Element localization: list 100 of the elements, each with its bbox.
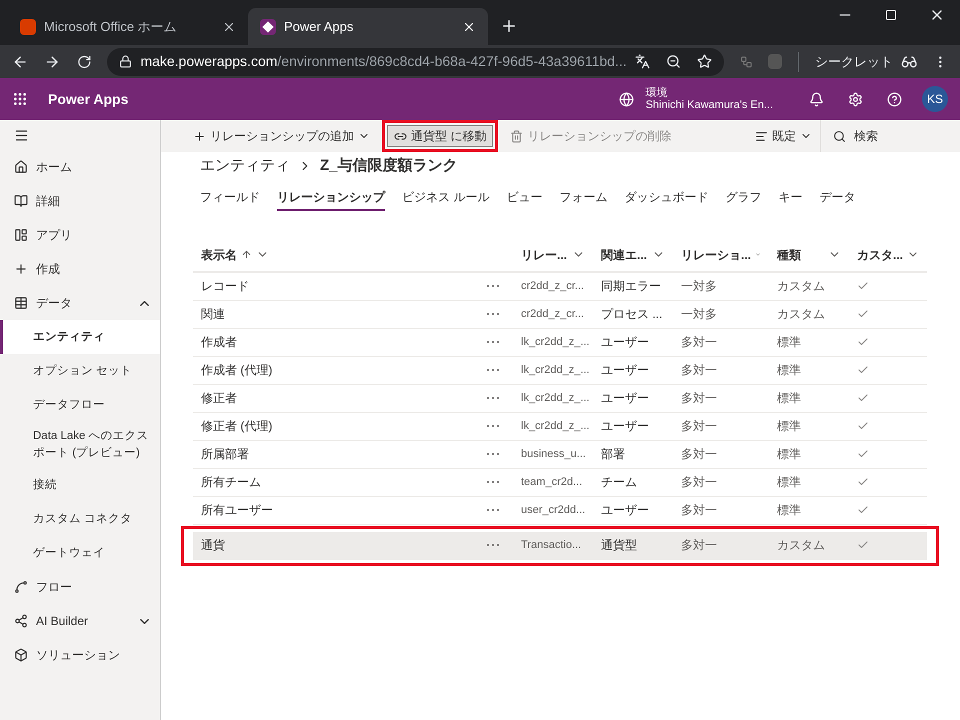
app-launcher-icon[interactable]	[12, 91, 28, 107]
zoom-out-icon[interactable]	[666, 54, 681, 69]
table-row[interactable]: 通貨 Transactio... 通貨型 多対一 カスタム	[193, 532, 927, 560]
tab[interactable]: ビジネス ルール	[402, 188, 490, 210]
nav-item[interactable]: 詳細	[0, 184, 160, 218]
breadcrumb-item[interactable]: エンティティ	[200, 155, 290, 178]
table-cell-text: lk_cr2dd_z_...	[520, 418, 590, 434]
column-header[interactable]: 種類	[769, 246, 849, 264]
environment-name[interactable]: Shinichi Kawamura's En...	[646, 99, 773, 111]
nav-item[interactable]: フロー	[0, 570, 160, 604]
nav-subitem[interactable]: エンティティ	[0, 320, 160, 354]
address-field[interactable]: make.powerapps.com/environments/869c8cd4-b68a-427f-96d5-43a39611bd...	[107, 48, 724, 76]
settings-icon[interactable]	[848, 92, 863, 106]
breadcrumb-item: Z_与信限度額ランク	[320, 156, 458, 176]
table-cell-text: 標準	[776, 390, 802, 407]
table-cell-text: 一対多	[680, 278, 718, 295]
avatar[interactable]: KS	[922, 86, 948, 112]
table-cell-text: 所有チーム	[200, 474, 262, 491]
table-cell-text: レコード	[200, 278, 250, 295]
table-row[interactable]: 関連 cr2dd_z_cr... プロセス ... 一対多 カスタム	[193, 300, 927, 328]
table-cell-text: 多対一	[680, 334, 718, 351]
help-icon[interactable]	[887, 92, 902, 106]
table-row[interactable]: 所有チーム team_cr2d... チーム 多対一 標準	[193, 468, 927, 496]
column-header[interactable]: リレー...	[513, 246, 593, 264]
table-row[interactable]: 修正者 (代理) lk_cr2dd_z_... ユーザー 多対一 標準	[193, 412, 927, 440]
table-cell-text: 修正者 (代理)	[200, 418, 274, 435]
table-cell-text: 関連	[200, 306, 226, 323]
column-header[interactable]: 表示名	[193, 246, 473, 264]
nav-item[interactable]: ソリューション	[0, 638, 160, 672]
box-icon	[14, 648, 28, 662]
reload-icon[interactable]	[76, 54, 92, 70]
nav-item[interactable]: 作成	[0, 252, 160, 286]
notification-icon[interactable]	[809, 92, 824, 106]
table-cell-text: Transactio...	[520, 538, 582, 553]
nav-item[interactable]: ホーム	[0, 150, 160, 184]
table-cell-text: 作成者 (代理)	[200, 362, 274, 379]
url-path: /environments/869c8cd4-b68a-427f-96d5-43a39611bd...	[277, 53, 627, 69]
tab[interactable]: データ	[819, 188, 856, 210]
column-header[interactable]: 関連エ...	[593, 246, 673, 264]
nav-item[interactable]: AI Builder	[0, 604, 160, 638]
nav-subitem[interactable]: Data Lake へのエクスポート (プレビュー)	[0, 422, 160, 468]
nav-subitem[interactable]: ゲートウェイ	[0, 536, 160, 570]
table-cell-text: 所有ユーザー	[200, 502, 274, 519]
tab[interactable]: リレーションシップ	[277, 188, 385, 210]
maximize-icon[interactable]	[885, 9, 897, 21]
browser-tab[interactable]: Power Apps	[248, 8, 488, 45]
nav-subitem[interactable]: オプション セット	[0, 354, 160, 388]
tab[interactable]: フィールド	[200, 188, 260, 210]
lines-icon	[755, 130, 768, 142]
table-cell-text: プロセス ...	[600, 306, 664, 323]
table-row[interactable]: 所属部署 business_u... 部署 多対一 標準	[193, 440, 927, 468]
table-row[interactable]: 修正者 lk_cr2dd_z_... ユーザー 多対一 標準	[193, 384, 927, 412]
table-cell-text: ユーザー	[600, 390, 650, 407]
table-row[interactable]: 作成者 lk_cr2dd_z_... ユーザー 多対一 標準	[193, 328, 927, 356]
search-field[interactable]: 検索	[854, 127, 944, 145]
home-icon	[14, 160, 28, 174]
tab[interactable]: キー	[778, 188, 802, 210]
nav-subitem[interactable]: データフロー	[0, 388, 160, 422]
menu-icon[interactable]	[14, 128, 29, 142]
lock-icon	[119, 55, 132, 68]
browser-tab[interactable]: Microsoft Office ホーム	[8, 8, 248, 45]
toolbar-button[interactable]: リレーションシップの追加	[189, 125, 374, 147]
nodes-icon	[14, 614, 28, 628]
tab[interactable]: ビュー	[506, 188, 542, 210]
column-header[interactable]: リレーショ...	[673, 246, 769, 264]
nav-subitem[interactable]: カスタム コネクタ	[0, 502, 160, 536]
table-cell-text: 標準	[776, 334, 802, 351]
table-cell-text: 多対一	[680, 537, 718, 554]
nav-item[interactable]: アプリ	[0, 218, 160, 252]
translate-icon[interactable]	[634, 54, 650, 69]
tab[interactable]: グラフ	[725, 188, 762, 210]
table-cell-text: business_u...	[520, 446, 587, 462]
toolbar-button[interactable]: 通貨型 に移動	[387, 125, 494, 147]
table-cell-text: 多対一	[680, 502, 718, 519]
column-header[interactable]: カスタ...	[849, 246, 927, 264]
powerapps-logo-icon	[260, 18, 276, 34]
view-selector[interactable]: 既定	[747, 127, 820, 145]
star-icon[interactable]	[696, 54, 712, 69]
table-cell-text: カスタム	[776, 537, 826, 554]
url-host: make.powerapps.com	[140, 53, 278, 69]
trash-icon	[510, 130, 524, 142]
table-cell-text: 標準	[776, 418, 802, 435]
globe-icon[interactable]	[618, 92, 634, 106]
table-cell-text: 多対一	[680, 474, 718, 491]
table-row[interactable]: 作成者 (代理) lk_cr2dd_z_... ユーザー 多対一 標準	[193, 356, 927, 384]
app-name: Power Apps	[48, 90, 128, 109]
new-tab-icon[interactable]	[500, 17, 518, 35]
nav-subitem[interactable]: 接続	[0, 468, 160, 502]
table-cell-text: team_cr2d...	[520, 474, 584, 490]
tab[interactable]: フォーム	[559, 188, 608, 210]
nav-item[interactable]: データ	[0, 286, 160, 320]
extension-icon[interactable]	[740, 54, 752, 68]
table-cell-text: ユーザー	[600, 502, 650, 519]
table-row[interactable]: レコード cr2dd_z_cr... 同期エラー 一対多 カスタム	[193, 272, 927, 300]
tab[interactable]: ダッシュボード	[624, 188, 708, 210]
table-cell-text: lk_cr2dd_z_...	[520, 334, 590, 350]
table-cell-text: user_cr2dd...	[520, 502, 586, 518]
table-row[interactable]: 所有ユーザー user_cr2dd... ユーザー 多対一 標準	[193, 496, 927, 524]
layout-icon	[14, 228, 28, 242]
table-cell-text: 標準	[776, 362, 802, 379]
